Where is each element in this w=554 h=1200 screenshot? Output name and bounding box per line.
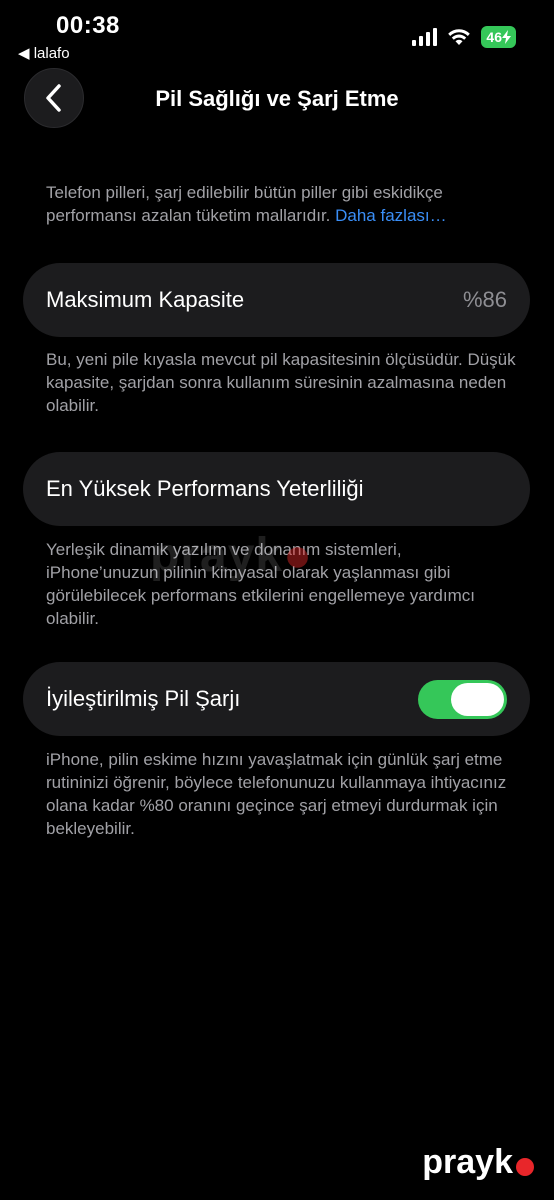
corner-watermark-text: prayk [422, 1143, 513, 1181]
max-capacity-value: %86 [462, 287, 507, 312]
status-indicators: 46 [412, 26, 516, 48]
toggle-knob [451, 682, 504, 716]
optimized-charging-toggle[interactable] [418, 679, 507, 719]
status-time: 00:38 [56, 12, 120, 39]
max-capacity-row: Maksimum Kapasite %86 [23, 263, 530, 337]
optimized-charging-label: İyileştirilmiş Pil Şarjı [46, 686, 241, 711]
corner-watermark-dot [516, 1157, 534, 1176]
max-capacity-label: Maksimum Kapasite [46, 287, 245, 312]
intro-text: Telefon pilleri, şarj edilebilir bütün p… [46, 181, 516, 227]
optimized-charging-description: iPhone, pilin eskime hızını yavaşlatmak … [46, 750, 507, 838]
learn-more-link[interactable]: Daha fazlası… [335, 206, 447, 225]
optimized-charging-row: İyileştirilmiş Pil Şarjı [23, 662, 530, 736]
peak-performance-label: En Yüksek Performans Yeterliliği [46, 476, 364, 501]
watermark-text: prayk [150, 529, 284, 582]
battery-percent: 46 [486, 29, 502, 45]
battery-indicator: 46 [481, 26, 516, 48]
max-capacity-description: Bu, yeni pile kıyasla mevcut pil kapasit… [46, 350, 516, 415]
back-to-app-link[interactable]: ◀ lalafo [18, 44, 70, 62]
signal-icon [412, 28, 438, 46]
battery-charging-icon [502, 30, 511, 44]
watermark-dot: ● [283, 529, 314, 582]
page-title: Pil Sağlığı ve Şarj Etme [155, 86, 399, 111]
watermark-logo: prayk● [150, 528, 313, 583]
corner-watermark-logo: prayk [422, 1143, 534, 1182]
peak-performance-row: En Yüksek Performans Yeterliliği [23, 452, 530, 526]
wifi-icon [448, 29, 471, 45]
